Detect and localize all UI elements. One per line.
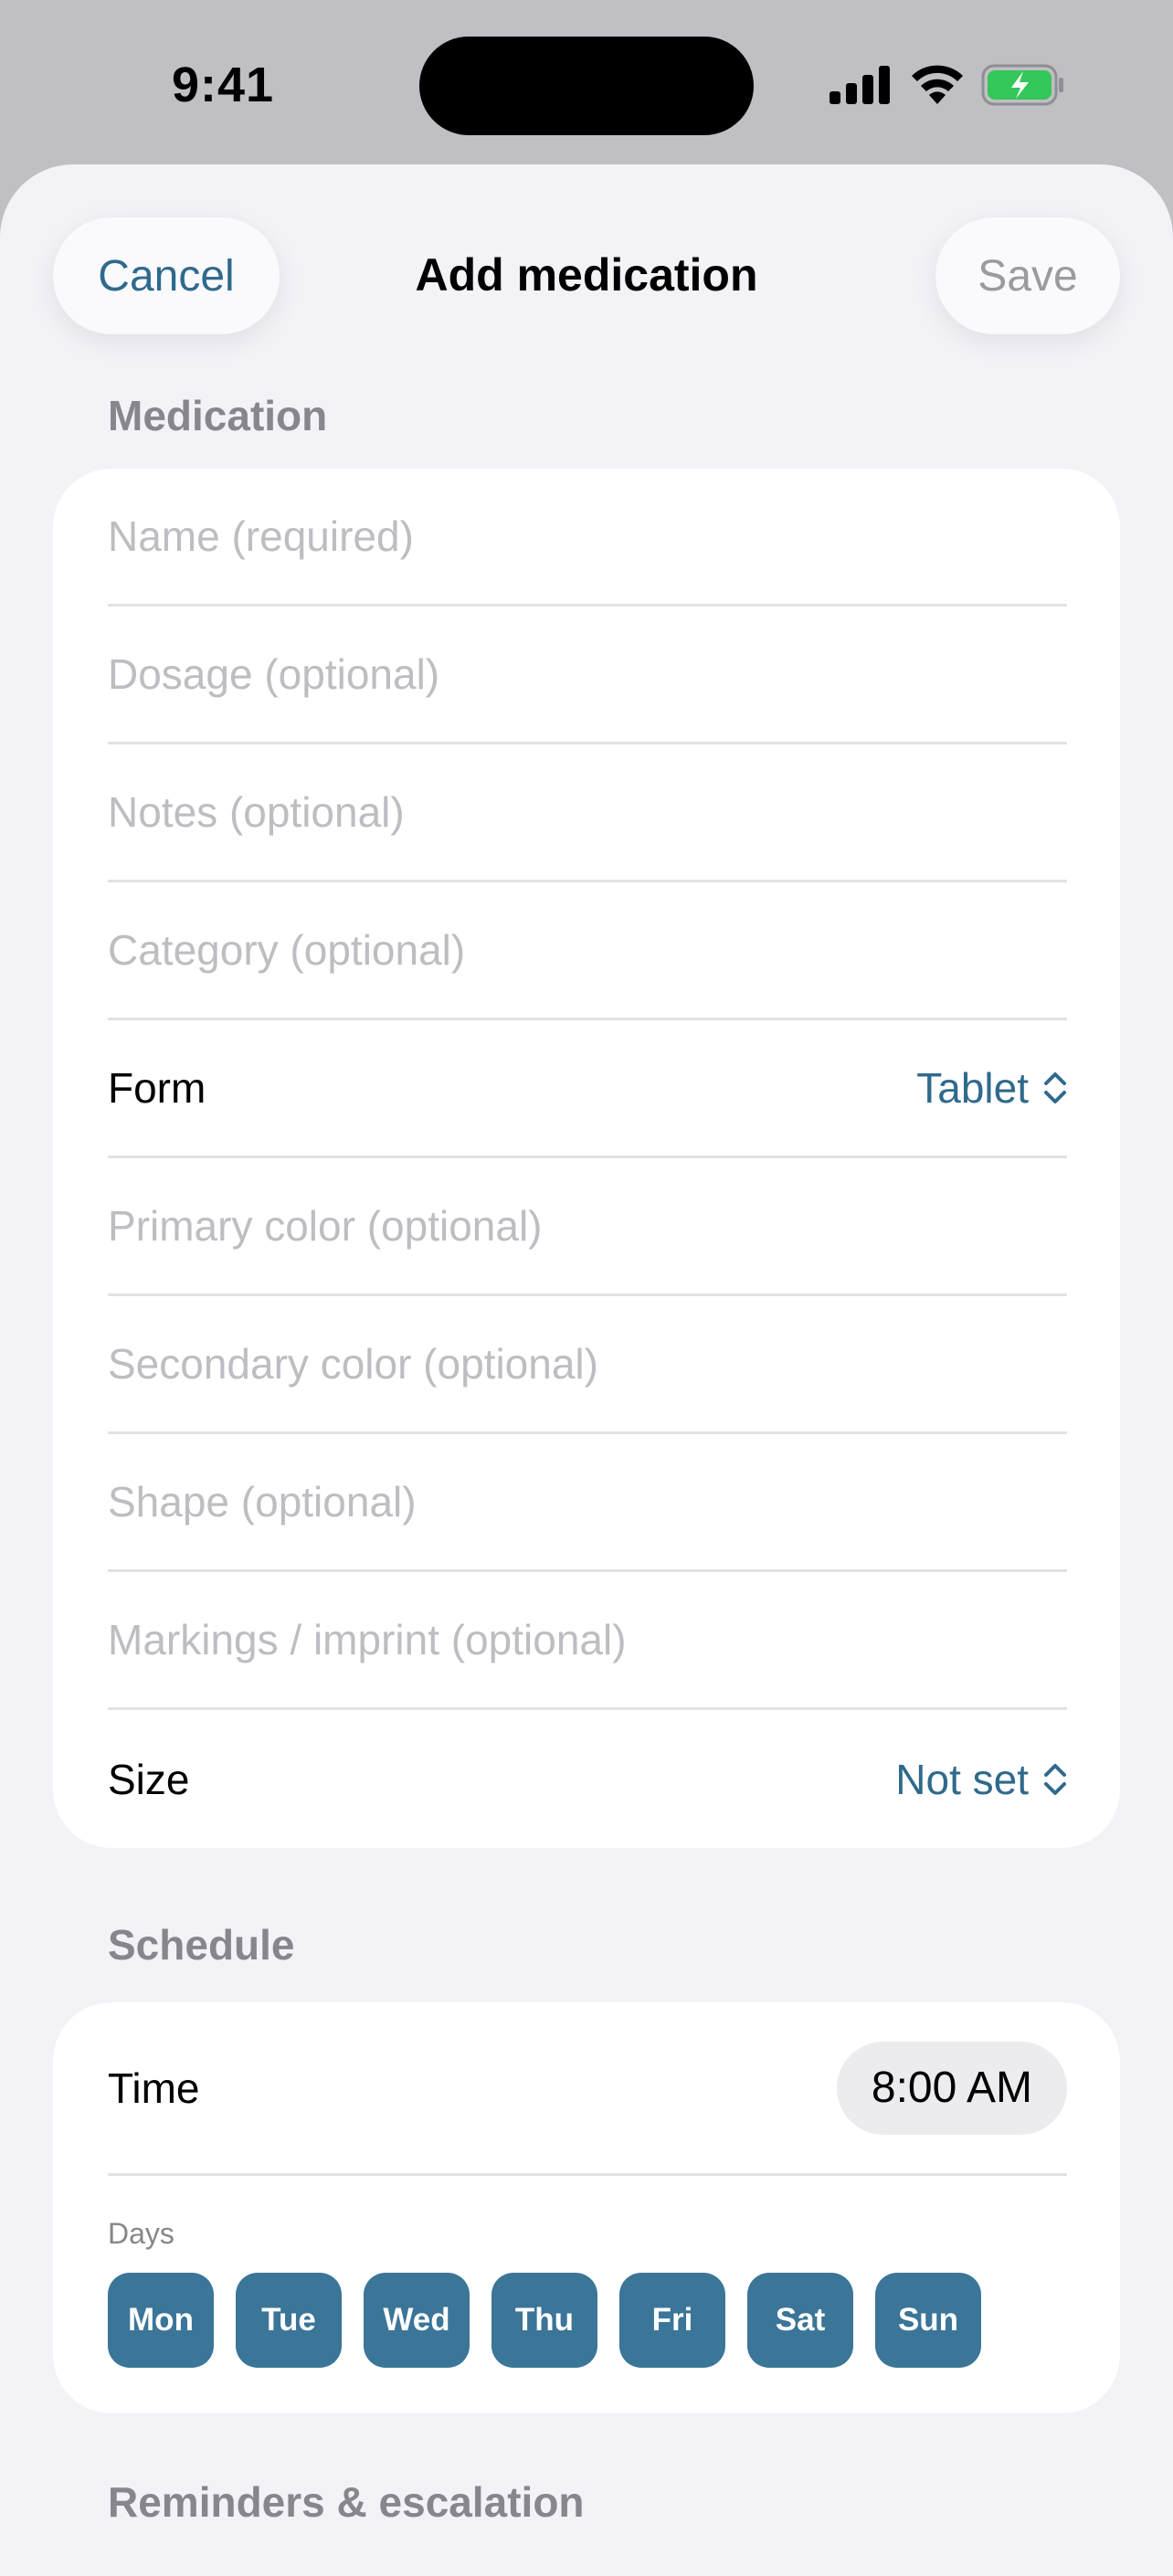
dosage-field[interactable]: Dosage (optional) — [108, 607, 1067, 744]
form-label: Form — [108, 1064, 206, 1112]
section-header-reminders: Reminders & escalation — [108, 2478, 585, 2526]
shape-placeholder: Shape (optional) — [108, 1478, 417, 1526]
status-bar: 9:41 — [0, 0, 1173, 164]
schedule-card: Time 8:00 AM Days Mon Tue Wed Thu Fri Sa… — [53, 2002, 1120, 2413]
form-picker[interactable]: Tablet — [916, 1063, 1067, 1113]
category-placeholder: Category (optional) — [108, 926, 466, 974]
chevron-up-down-icon — [1044, 1763, 1066, 1795]
dynamic-island — [419, 37, 754, 135]
day-chip-thu[interactable]: Thu — [491, 2273, 597, 2368]
status-time: 9:41 — [172, 58, 275, 112]
name-placeholder: Name (required) — [108, 512, 414, 560]
day-chip-wed[interactable]: Wed — [364, 2273, 470, 2368]
form-picker-row[interactable]: Form Tablet — [108, 1020, 1067, 1158]
day-chip-mon[interactable]: Mon — [108, 2273, 214, 2368]
notes-placeholder: Notes (optional) — [108, 788, 405, 836]
chevron-up-down-icon — [1044, 1072, 1066, 1103]
add-medication-sheet: Cancel Add medication Save Medication Na… — [0, 164, 1173, 2576]
secondary-color-field[interactable]: Secondary color (optional) — [108, 1296, 1067, 1434]
time-picker-button[interactable]: 8:00 AM — [836, 2041, 1067, 2135]
primary-color-placeholder: Primary color (optional) — [108, 1202, 543, 1250]
days-selector: Mon Tue Wed Thu Fri Sat Sun — [108, 2273, 981, 2368]
primary-color-field[interactable]: Primary color (optional) — [108, 1158, 1067, 1296]
day-chip-sun[interactable]: Sun — [875, 2273, 981, 2368]
time-row: Time 8:00 AM — [108, 2002, 1067, 2176]
size-picker-row[interactable]: Size Not set — [108, 1710, 1067, 1848]
notes-field[interactable]: Notes (optional) — [108, 744, 1067, 882]
battery-charging-icon — [981, 64, 1063, 106]
time-label: Time — [108, 2064, 200, 2112]
markings-placeholder: Markings / imprint (optional) — [108, 1616, 627, 1663]
day-chip-sat[interactable]: Sat — [747, 2273, 853, 2368]
save-button[interactable]: Save — [935, 217, 1120, 334]
dosage-placeholder: Dosage (optional) — [108, 650, 440, 698]
wifi-icon — [912, 65, 963, 104]
size-picker[interactable]: Not set — [895, 1755, 1067, 1804]
markings-field[interactable]: Markings / imprint (optional) — [108, 1572, 1067, 1710]
day-chip-tue[interactable]: Tue — [236, 2273, 342, 2368]
section-header-medication: Medication — [108, 392, 328, 439]
category-field[interactable]: Category (optional) — [108, 882, 1067, 1020]
secondary-color-placeholder: Secondary color (optional) — [108, 1340, 598, 1388]
size-value: Not set — [895, 1755, 1029, 1803]
cellular-signal-icon — [830, 66, 890, 104]
shape-field[interactable]: Shape (optional) — [108, 1434, 1067, 1572]
form-value: Tablet — [916, 1064, 1029, 1112]
days-label: Days — [108, 2217, 174, 2250]
medication-card: Name (required) Dosage (optional) Notes … — [53, 469, 1120, 1848]
size-label: Size — [108, 1755, 190, 1803]
day-chip-fri[interactable]: Fri — [619, 2273, 725, 2368]
section-header-schedule: Schedule — [108, 1921, 295, 1969]
name-field[interactable]: Name (required) — [108, 469, 1067, 607]
